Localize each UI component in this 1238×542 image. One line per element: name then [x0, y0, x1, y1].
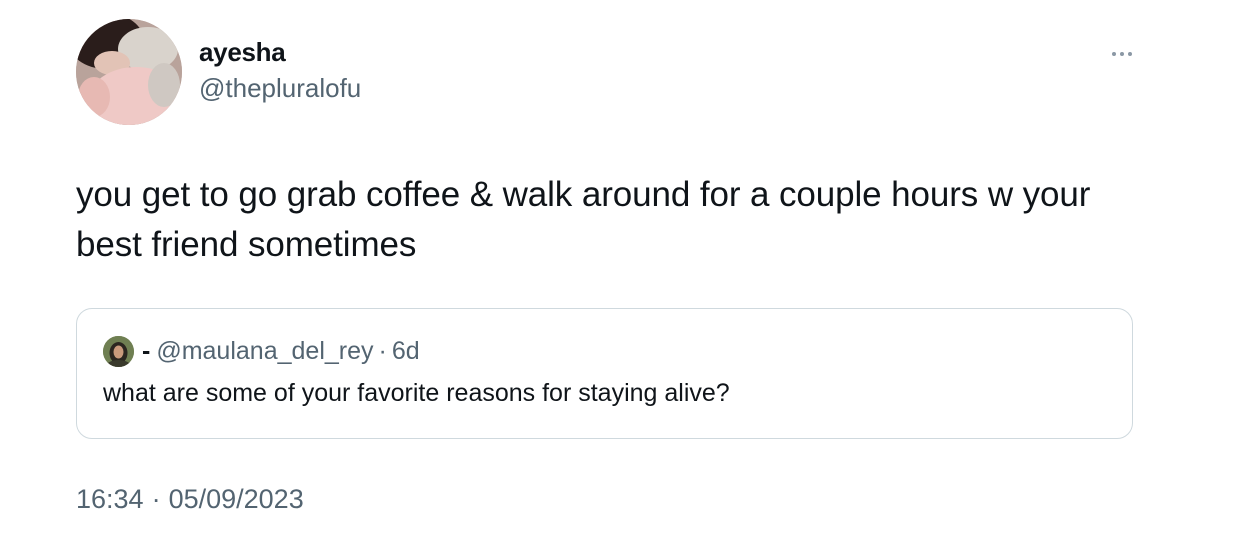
tweet-timestamp[interactable]: 16:34 · 05/09/2023	[76, 484, 304, 515]
tweet-text: you get to go grab coffee & walk around …	[76, 175, 1091, 264]
author-handle[interactable]: @thepluralofu	[199, 73, 361, 104]
author-avatar[interactable]	[76, 19, 182, 125]
more-horizontal-icon	[1112, 52, 1132, 56]
tweet-date: 05/09/2023	[168, 484, 304, 514]
quoted-tweet-header: - @maulana_del_rey · 6d	[103, 335, 420, 367]
tweet-time: 16:34	[76, 484, 144, 514]
quoted-tweet-card[interactable]: - @maulana_del_rey · 6d what are some of…	[76, 308, 1133, 439]
quoted-author-avatar[interactable]	[103, 335, 134, 367]
more-options-button[interactable]	[1104, 40, 1140, 68]
tweet: ayesha @thepluralofu you get to go grab …	[0, 0, 1238, 542]
author-display-name[interactable]: ayesha	[199, 37, 286, 68]
quoted-author-display-name[interactable]: -	[142, 337, 150, 366]
quoted-tweet-time[interactable]: 6d	[392, 337, 420, 366]
quoted-author-avatar-image	[103, 335, 134, 367]
quoted-separator: ·	[378, 336, 387, 365]
author-avatar-image	[76, 19, 182, 125]
quoted-tweet-text: what are some of your favorite reasons f…	[103, 379, 730, 407]
timestamp-separator: ·	[151, 484, 161, 514]
quoted-author-handle[interactable]: @maulana_del_rey	[156, 337, 373, 366]
